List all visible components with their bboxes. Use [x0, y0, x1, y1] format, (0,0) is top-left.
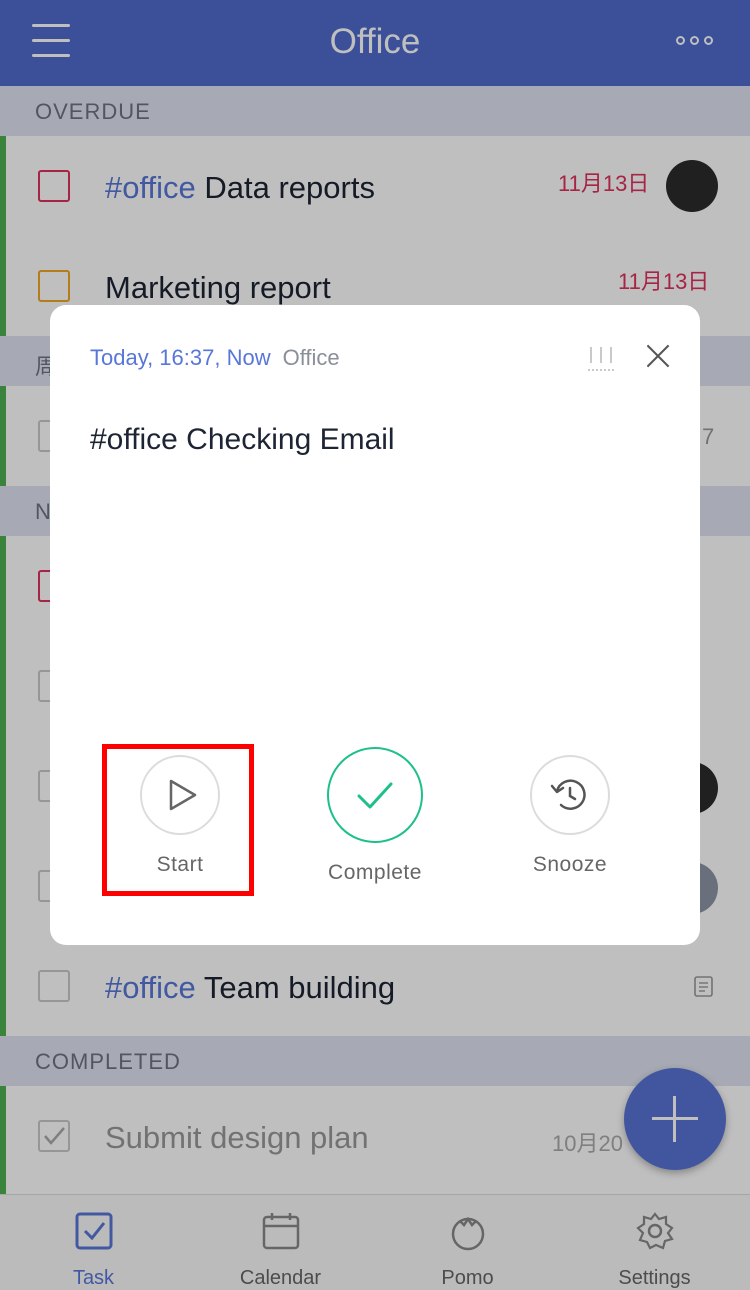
complete-action[interactable]: Complete [295, 747, 455, 885]
app-root: Office OVERDUE #office Data reports 11月1… [0, 0, 750, 1290]
reminder-task-title: #office Checking Email [90, 423, 395, 456]
complete-label: Complete [328, 861, 422, 884]
snooze-label: Snooze [532, 853, 608, 876]
reminder-list-name: Office [282, 345, 340, 370]
snooze-button[interactable] [530, 755, 610, 835]
reminder-date-line: Today, 16:37, Now Office [90, 345, 340, 371]
priority-icon[interactable] [588, 345, 616, 373]
snooze-icon [550, 779, 586, 810]
checkmark-icon [357, 782, 393, 809]
snooze-action[interactable]: Snooze [490, 755, 650, 877]
complete-button[interactable] [327, 747, 423, 843]
close-icon[interactable] [644, 343, 672, 371]
reminder-time[interactable]: Today, 16:37, Now [90, 345, 271, 370]
highlight-box [102, 744, 254, 896]
